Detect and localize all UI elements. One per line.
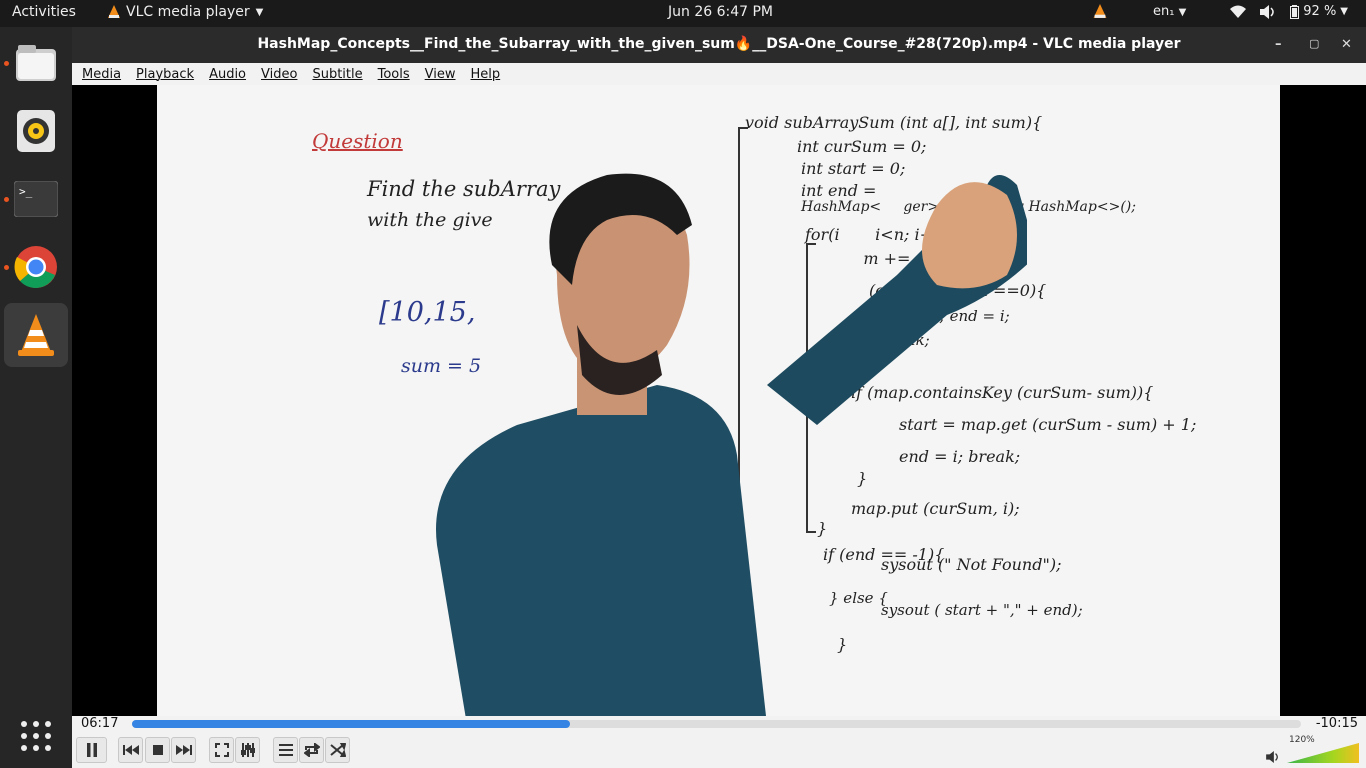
vlc-window: HashMap_Concepts__Find_the_Subarray_with… <box>72 27 1366 768</box>
battery-indicator[interactable]: 92 % ▼ <box>1290 4 1348 19</box>
menu-bar: Media Playback Audio Video Subtitle Tool… <box>72 63 1366 85</box>
dock-vlc[interactable] <box>4 303 68 367</box>
dock: >_ <box>0 27 72 768</box>
dock-rhythmbox[interactable] <box>4 99 68 163</box>
extended-settings-button[interactable] <box>235 737 260 763</box>
playlist-button[interactable] <box>273 737 298 763</box>
playlist-icon <box>278 744 293 756</box>
battery-icon <box>1290 4 1300 19</box>
clock[interactable]: Jun 26 6:47 PM <box>668 4 773 20</box>
board-question-heading: Question <box>312 129 403 153</box>
loop-button[interactable] <box>299 737 324 763</box>
app-menu[interactable]: VLC media player ▼ <box>108 4 263 20</box>
chrome-icon <box>14 246 57 288</box>
fullscreen-button[interactable] <box>209 737 234 763</box>
dock-terminal[interactable]: >_ <box>4 167 68 231</box>
pause-icon <box>86 743 97 757</box>
seek-progress <box>132 720 571 728</box>
window-titlebar[interactable]: HashMap_Concepts__Find_the_Subarray_with… <box>72 27 1366 63</box>
app-name: VLC media player <box>126 4 250 20</box>
seek-row: 06:17 -10:15 <box>72 716 1366 734</box>
chevron-down-icon: ▼ <box>1178 7 1187 18</box>
wifi-icon[interactable] <box>1230 5 1247 18</box>
menu-audio[interactable]: Audio <box>209 67 246 82</box>
next-button[interactable] <box>171 737 196 763</box>
terminal-icon: >_ <box>14 181 58 217</box>
remaining-time[interactable]: -10:15 <box>1316 716 1358 731</box>
fullscreen-icon <box>214 743 229 757</box>
previous-button[interactable] <box>118 737 143 763</box>
skip-back-icon <box>122 745 139 755</box>
dock-chrome[interactable] <box>4 235 68 299</box>
menu-tools[interactable]: Tools <box>378 67 410 82</box>
vlc-cone-icon <box>108 5 120 18</box>
seek-bar[interactable] <box>132 720 1301 728</box>
show-applications-button[interactable] <box>4 704 68 768</box>
minimize-icon[interactable]: – <box>1275 37 1282 52</box>
shuffle-button[interactable] <box>325 737 350 763</box>
chevron-down-icon: ▼ <box>1340 6 1348 17</box>
app-grid-icon <box>21 721 51 751</box>
menu-playback[interactable]: Playback <box>136 67 194 82</box>
chevron-down-icon: ▼ <box>255 6 264 18</box>
menu-media[interactable]: Media <box>82 67 121 82</box>
pause-button[interactable] <box>76 737 107 763</box>
menu-view[interactable]: View <box>425 67 456 82</box>
presenter-figure <box>436 173 1027 716</box>
vlc-tray-icon[interactable] <box>1093 4 1107 19</box>
controls-bar: 120% <box>72 734 1366 768</box>
dock-files[interactable] <box>4 31 68 95</box>
maximize-icon[interactable]: ▢ <box>1309 37 1319 50</box>
stop-button[interactable] <box>145 737 170 763</box>
skip-forward-icon <box>175 745 192 755</box>
gnome-top-bar: Activities VLC media player ▼ Jun 26 6:4… <box>0 0 1366 27</box>
files-icon <box>16 45 56 81</box>
menu-video[interactable]: Video <box>261 67 297 82</box>
video-frame[interactable]: Question Find the subArray with the give… <box>72 85 1366 716</box>
vlc-cone-icon <box>18 314 54 356</box>
menu-subtitle[interactable]: Subtitle <box>312 67 362 82</box>
shuffle-icon <box>329 743 346 757</box>
equalizer-icon <box>240 743 255 757</box>
window-title: HashMap_Concepts__Find_the_Subarray_with… <box>257 36 1181 52</box>
volume-icon[interactable] <box>1266 751 1280 763</box>
svg-text:>_: >_ <box>19 185 33 198</box>
whiteboard: Question Find the subArray with the give… <box>157 85 1280 716</box>
stop-icon <box>152 745 163 755</box>
system-tray[interactable]: en₁ ▼ 92 % ▼ <box>1093 4 1348 19</box>
language-indicator[interactable]: en₁ ▼ <box>1153 4 1186 19</box>
close-icon[interactable]: ✕ <box>1341 37 1352 52</box>
elapsed-time[interactable]: 06:17 <box>81 716 118 731</box>
volume-slider[interactable] <box>1287 743 1359 763</box>
loop-icon <box>303 743 320 757</box>
activities-button[interactable]: Activities <box>12 4 76 20</box>
volume-icon[interactable] <box>1260 4 1276 19</box>
rhythmbox-icon <box>17 110 55 152</box>
menu-help[interactable]: Help <box>471 67 501 82</box>
